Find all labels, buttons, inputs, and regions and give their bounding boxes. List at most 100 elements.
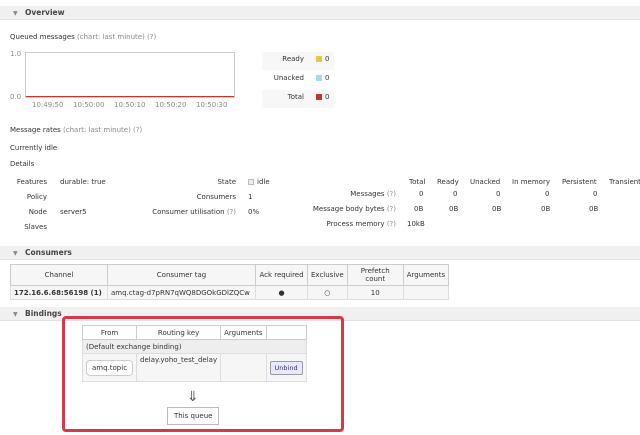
column-header-consumer-tag: Consumer tag: [107, 264, 256, 286]
column-header-prefetch-count: Prefetch count: [346, 264, 404, 286]
legend-ready-value: 0: [325, 55, 330, 63]
chart-y-top: 1.0: [10, 50, 22, 58]
column-header-channel: Channel: [10, 264, 108, 286]
collapse-triangle-icon: ▼: [13, 250, 18, 257]
features-value: durable: true: [60, 178, 106, 186]
details-heading: Details: [10, 160, 35, 168]
exchange-link-amq-topic[interactable]: amq.topic: [86, 359, 134, 376]
node-value: server5: [60, 208, 87, 216]
collapse-triangle-icon: ▼: [13, 10, 18, 17]
column-header-exclusive: Exclusive: [307, 264, 348, 286]
this-queue-box: This queue: [167, 407, 220, 425]
messages-heading: Messages (?): [300, 190, 396, 198]
unbind-button[interactable]: Unbind: [269, 360, 303, 375]
stat-header-persistent: Persistent: [562, 178, 597, 186]
consumer-utilisation-value: 0%: [248, 208, 260, 216]
process-memory-help[interactable]: (?): [387, 220, 396, 228]
messages-label: Messages: [350, 190, 385, 198]
legend-total-label: Total: [287, 93, 304, 101]
queued-messages-label: Queued messages: [10, 33, 75, 41]
legend-total-row: Total 0: [262, 90, 334, 108]
stat-header-transient: Transient: [609, 178, 640, 186]
node-label: Node: [28, 208, 47, 216]
state-label: State: [217, 178, 236, 186]
binding-actions-cell: Unbind: [265, 353, 307, 382]
body-bytes-total: 0B: [414, 205, 424, 213]
slaves-label: Slaves: [24, 223, 47, 231]
consumer-utilisation-heading: Consumer utilisation (?): [120, 208, 236, 216]
collapse-triangle-icon: ▼: [13, 311, 18, 318]
column-header-actions: [265, 325, 307, 340]
message-rates-heading: Message rates (chart: last minute) (?): [10, 126, 142, 134]
chart-x-tick: 10:50:00: [73, 101, 105, 109]
table-row: amq.topic delay.yoho_test_delay Unbind: [81, 353, 307, 382]
consumers-table: Channel Consumer tag Ack required Exclus…: [10, 264, 450, 300]
chart-y-bottom: 0.0: [10, 93, 22, 101]
legend-unacked-label: Unacked: [273, 74, 304, 82]
default-exchange-binding: (Default exchange binding): [82, 339, 307, 354]
ack-required-icon: ●: [255, 285, 308, 300]
consumer-utilisation-help[interactable]: (?): [227, 208, 236, 216]
messages-persistent: 0: [593, 190, 598, 198]
column-header-ack-required: Ack required: [255, 264, 308, 286]
messages-ready: 0: [453, 190, 458, 198]
chart-x-tick: 10:50:30: [196, 101, 228, 109]
body-bytes-unacked: 0B: [492, 205, 502, 213]
legend-ready-swatch: [316, 56, 322, 62]
messages-total: 0: [419, 190, 424, 198]
queued-messages-chart-hint[interactable]: (chart: last minute) (?): [77, 33, 156, 41]
body-bytes-help[interactable]: (?): [387, 205, 396, 213]
body-bytes-persistent: 0B: [589, 205, 599, 213]
consumer-utilisation-label: Consumer utilisation: [152, 208, 225, 216]
consumers-title: Consumers: [25, 248, 72, 257]
column-header-arguments: Arguments: [220, 325, 267, 340]
consumers-header-row: Channel Consumer tag Ack required Exclus…: [10, 264, 450, 286]
consumer-tag: amq.ctag-d7pRN7qWQ8DGOkGDlZQCw: [107, 285, 256, 300]
body-bytes-in-memory: 0B: [541, 205, 551, 213]
consumer-arguments: [402, 285, 450, 300]
table-row: (Default exchange binding): [82, 339, 307, 354]
bindings-table: From Routing key Arguments (Default exch…: [81, 325, 307, 382]
chart-total-line: [26, 95, 234, 97]
consumer-channel-link[interactable]: 172.16.6.68:56198 (1): [10, 285, 108, 300]
consumers-value: 1: [248, 193, 253, 201]
legend-unacked-swatch: [316, 75, 322, 81]
queued-messages-heading: Queued messages (chart: last minute) (?): [10, 33, 156, 41]
prefetch-count: 10: [346, 285, 404, 300]
overview-title: Overview: [25, 8, 65, 17]
stat-header-unacked: Unacked: [470, 178, 501, 186]
messages-unacked: 0: [496, 190, 501, 198]
column-header-routing-key: Routing key: [136, 325, 222, 340]
legend-unacked-row: Unacked 0: [262, 71, 334, 89]
table-row: 172.16.6.68:56198 (1) amq.ctag-d7pRN7qWQ…: [10, 285, 450, 300]
stat-header-ready: Ready: [437, 178, 459, 186]
messages-in-memory: 0: [545, 190, 550, 198]
state-value: idle: [257, 178, 270, 186]
state-indicator-icon: [248, 179, 254, 185]
features-label: Features: [16, 178, 47, 186]
idle-status: Currently idle: [10, 144, 58, 152]
messages-help[interactable]: (?): [387, 190, 396, 198]
policy-label: Policy: [26, 193, 47, 201]
overview-section-header[interactable]: ▼ Overview: [0, 6, 640, 20]
column-header-arguments: Arguments: [402, 264, 450, 286]
down-arrow-icon: ⇓: [187, 389, 199, 405]
consumers-section-header[interactable]: ▼ Consumers: [0, 246, 640, 260]
process-memory-label: Process memory: [326, 220, 385, 228]
stat-header-total: Total: [409, 178, 426, 186]
legend-total-swatch: [316, 94, 322, 100]
column-header-from: From: [81, 325, 138, 340]
chart-x-tick: 10:49:50: [32, 101, 64, 109]
chart-x-tick: 10:50:20: [155, 101, 187, 109]
exclusive-icon: ○: [307, 285, 348, 300]
message-rates-label: Message rates: [10, 126, 61, 134]
chart-x-tick: 10:50:10: [114, 101, 146, 109]
bindings-title: Bindings: [25, 309, 62, 318]
body-bytes-ready: 0B: [449, 205, 459, 213]
process-memory-heading: Process memory (?): [300, 220, 396, 228]
legend-ready-row: Ready 0: [262, 52, 334, 70]
message-rates-chart-hint[interactable]: (chart: last minute) (?): [63, 126, 142, 134]
legend-unacked-value: 0: [325, 74, 330, 82]
legend-total-value: 0: [325, 93, 330, 101]
legend-ready-label: Ready: [282, 55, 304, 63]
